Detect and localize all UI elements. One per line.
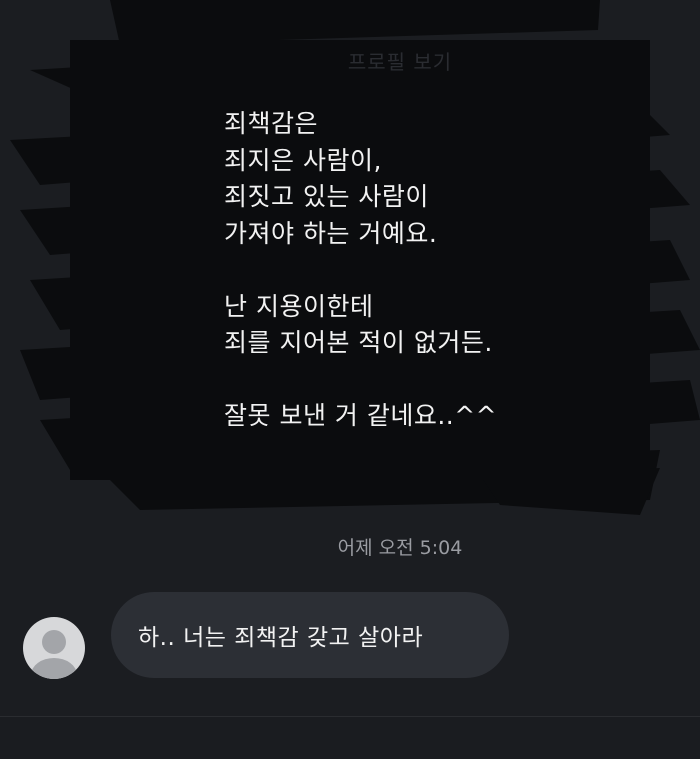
received-message-text: 죄책감은 죄지은 사람이, 죄짓고 있는 사람이 가져야 하는 거예요. 난 지… [224, 109, 498, 430]
avatar-body-icon [31, 658, 77, 679]
avatar-head-icon [42, 630, 66, 654]
chat-bubble-text: 하.. 너는 죄책감 갖고 살아라 [138, 625, 424, 651]
profile-view-link[interactable]: 프로필 보기 [300, 46, 500, 75]
bottom-bar [0, 717, 700, 759]
message-timestamp: 어제 오전 5:04 [337, 537, 463, 559]
chat-bubble[interactable]: 하.. 너는 죄책감 갖고 살아라 [111, 592, 509, 678]
avatar[interactable] [23, 617, 85, 679]
